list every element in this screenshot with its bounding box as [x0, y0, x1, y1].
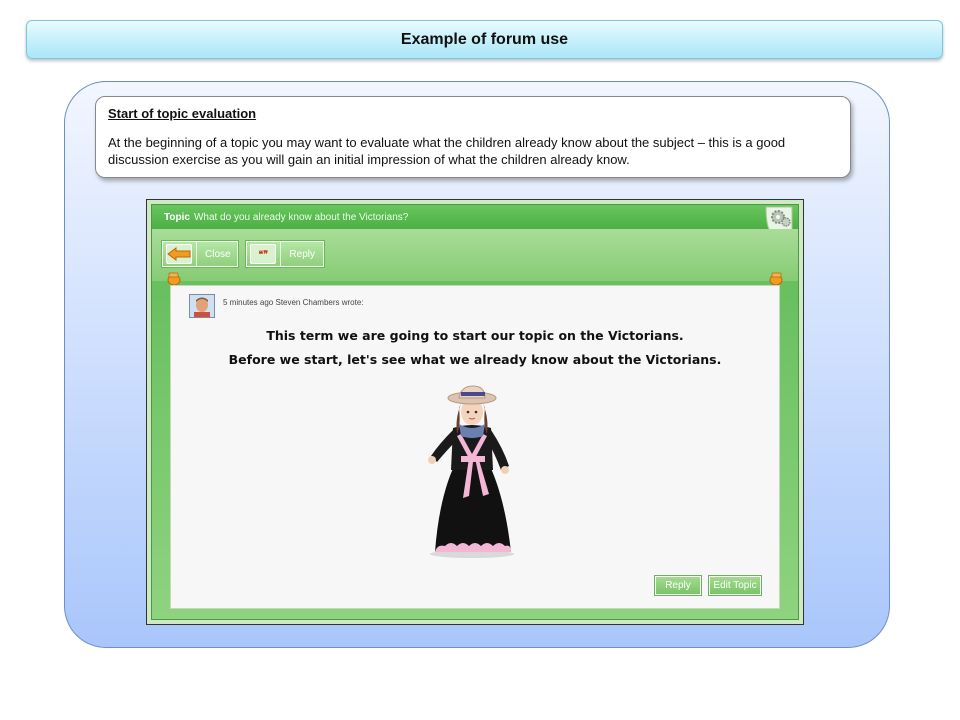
post-content: 5 minutes ago Steven Chambers wrote: Thi…: [170, 285, 780, 609]
post-meta: 5 minutes ago Steven Chambers wrote:: [223, 298, 364, 307]
slide-title: Example of forum use: [400, 30, 569, 48]
edit-topic-button[interactable]: Edit Topic: [709, 576, 761, 595]
forum-window: Topic What do you already know about the…: [151, 204, 799, 620]
forum-toolbar: Close ❝❞ Reply: [152, 229, 798, 281]
post-line-2: Before we start, let's see what we alrea…: [228, 352, 722, 367]
close-button[interactable]: Close: [162, 241, 238, 267]
back-arrow-icon: [166, 244, 192, 264]
section-heading: Start of topic evaluation: [108, 106, 257, 121]
quote-icon: ❝❞: [250, 244, 277, 264]
close-label: Close: [196, 242, 239, 266]
victorian-lady-illustration: [428, 385, 514, 558]
description-box: Start of topic evaluation At the beginni…: [95, 96, 851, 178]
slide-title-bar: Example of forum use: [26, 20, 943, 59]
topic-bar: Topic What do you already know about the…: [152, 205, 798, 229]
topic-title: What do you already know about the Victo…: [193, 211, 409, 223]
reply-button[interactable]: Reply: [655, 576, 701, 595]
avatar: [189, 294, 215, 318]
topic-label: Topic: [164, 211, 190, 223]
toolbar-reply-button[interactable]: ❝❞ Reply: [246, 241, 324, 267]
post-message: This term we are going to start our topi…: [171, 324, 779, 372]
post-line-1: This term we are going to start our topi…: [266, 328, 684, 343]
forum-screenshot: Topic What do you already know about the…: [146, 199, 804, 625]
toolbar-reply-label: Reply: [280, 242, 323, 266]
section-text: At the beginning of a topic you may want…: [108, 135, 786, 167]
